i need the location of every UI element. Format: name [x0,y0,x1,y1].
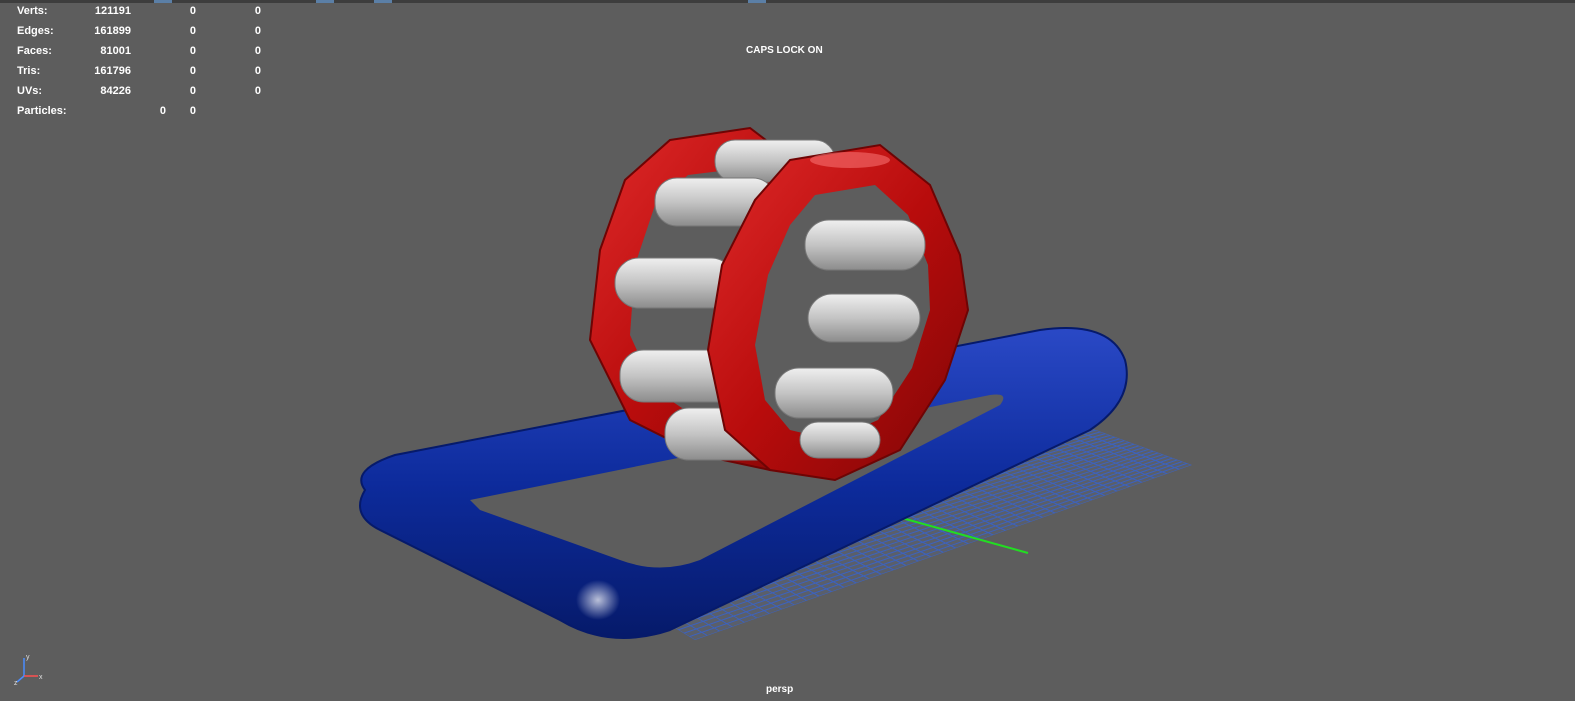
inflatable-wheel-model[interactable] [588,126,970,482]
hud-value: 0 [159,105,166,117]
hud-value: 84226 [100,85,131,97]
axis-z-line [16,675,25,683]
hud-value: 161899 [94,25,131,37]
axis-z-label: z [14,680,18,686]
hud-label: Faces: [17,45,52,57]
hud-label: Edges: [17,25,54,37]
hud-value: 0 [189,105,196,117]
hud-value: 0 [189,45,196,57]
caps-lock-indicator: CAPS LOCK ON [746,45,823,56]
axis-gizmo: y x z [14,654,43,686]
hud-label: Particles: [17,105,67,117]
hud-label: Verts: [17,5,48,17]
hud-value: 0 [254,65,261,77]
scene-render[interactable] [0,0,1575,701]
hud-value: 121191 [94,5,131,17]
hud-label: UVs: [17,85,43,97]
camera-name-label: persp [766,684,794,695]
hud-value: 81001 [100,45,131,57]
hud-value: 0 [189,25,196,37]
axis-x-label: x [39,674,43,681]
hud-value: 161796 [94,65,131,77]
hud-label: Tris: [17,65,41,77]
3d-viewport[interactable]: Verts: 121191 0 0 Edges: 161899 0 0 Face… [0,0,1575,701]
hud-value: 0 [254,45,261,57]
hud-value: 0 [189,65,196,77]
hud-value: 0 [254,5,261,17]
axis-y-label: y [26,654,30,661]
hud-value: 0 [189,85,196,97]
hud-value: 0 [189,5,196,17]
hud-value: 0 [254,25,261,37]
hud-value: 0 [254,85,261,97]
